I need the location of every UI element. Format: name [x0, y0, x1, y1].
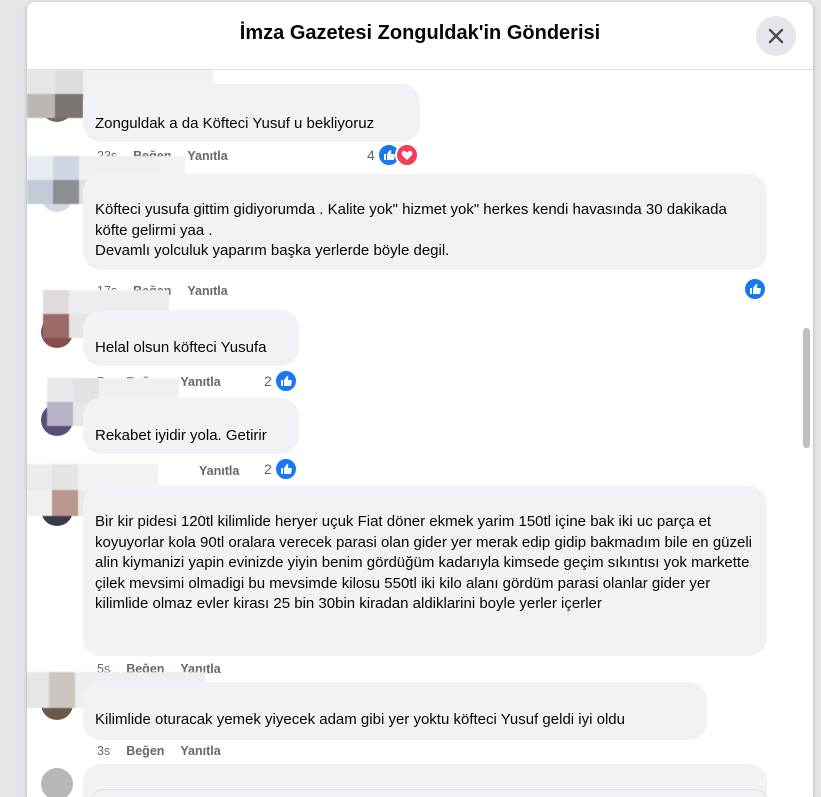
- comment-text: Kilimlide oturacak yemek yiyecek adam gi…: [95, 711, 625, 728]
- reply-link[interactable]: Yanıtla: [180, 744, 220, 758]
- scrollbar-thumb[interactable]: [803, 328, 810, 448]
- reaction-summary[interactable]: 2: [264, 369, 298, 393]
- like-reaction-icon: [743, 277, 767, 301]
- avatar[interactable]: [41, 768, 73, 797]
- comment-meta: 3s Beğen Yanıtla: [97, 743, 237, 759]
- comment-bubble: Köfteci yusufa gittim gidiyorumda . Kali…: [83, 174, 767, 270]
- comment-text: Rekabet iyidir yola. Getirir: [95, 427, 267, 444]
- dialog-header: İmza Gazetesi Zonguldak'in Gönderisi: [27, 2, 813, 70]
- comment-time[interactable]: 3s: [97, 744, 110, 758]
- dialog-title: İmza Gazetesi Zonguldak'in Gönderisi: [239, 22, 601, 44]
- comment-text: Bir kir pidesi 120tl kilimlide heryer uç…: [95, 513, 753, 612]
- close-icon: [768, 28, 784, 44]
- comment-text: Köfteci yusufa gittim gidiyorumda . Kali…: [95, 201, 727, 259]
- reaction-summary[interactable]: [743, 277, 767, 301]
- reaction-summary[interactable]: 2: [264, 457, 298, 481]
- reply-link[interactable]: Yanıtla: [199, 464, 239, 478]
- reaction-count: 2: [264, 373, 272, 389]
- comment-bubble: Bir kir pidesi 120tl kilimlide heryer uç…: [83, 486, 767, 656]
- comment-text: Zonguldak a da Köfteci Yusuf u bekliyoru…: [95, 115, 375, 132]
- comments-list[interactable]: Zonguldak a da Köfteci Yusuf u bekliyoru…: [27, 70, 813, 797]
- reaction-count: 4: [367, 147, 375, 163]
- close-button[interactable]: [756, 16, 796, 56]
- reaction-summary[interactable]: 4: [367, 143, 419, 167]
- like-reaction-icon: [273, 457, 298, 481]
- comment-bubble: Zonguldak a da Köfteci Yusuf u bekliyoru…: [83, 84, 420, 142]
- love-reaction-icon: [394, 143, 419, 167]
- reply-link[interactable]: Yanıtla: [187, 284, 227, 298]
- comment-meta: Yanıtla: [199, 463, 255, 479]
- comment-bubble: Rekabet iyidir yola. Getirir: [83, 398, 299, 454]
- like-link[interactable]: Beğen: [126, 744, 164, 758]
- comment-bubble: Kilimlide oturacak yemek yiyecek adam gi…: [83, 682, 707, 740]
- post-dialog: İmza Gazetesi Zonguldak'in Gönderisi Zon…: [27, 2, 813, 797]
- reaction-count: 2: [264, 461, 272, 477]
- comment-bubble: Helal olsun köfteci Yusufa: [83, 310, 299, 366]
- comment-composer[interactable]: [89, 790, 769, 797]
- like-reaction-icon: [273, 369, 298, 393]
- comment-text: Helal olsun köfteci Yusufa: [95, 339, 267, 356]
